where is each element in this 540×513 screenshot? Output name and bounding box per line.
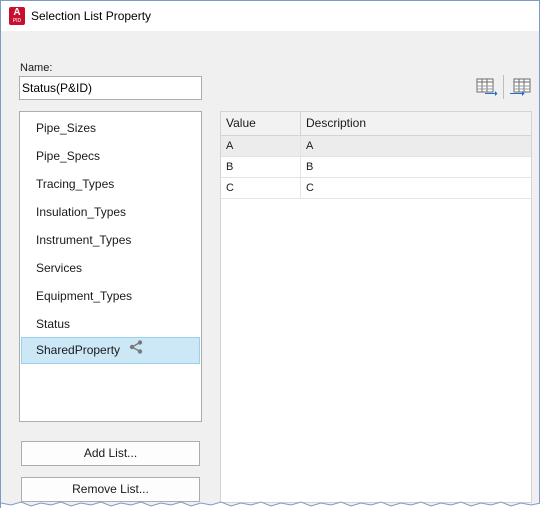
import-table-icon[interactable]	[476, 78, 498, 96]
name-input[interactable]	[19, 76, 202, 100]
list-item-services[interactable]: Services	[21, 255, 200, 282]
description-cell[interactable]: B	[301, 157, 531, 177]
add-list-button[interactable]: Add List...	[21, 441, 200, 466]
app-icon-letter: A	[13, 7, 21, 18]
list-item-label: Services	[36, 261, 83, 275]
toolbar-separator	[503, 75, 504, 99]
list-item-equipment-types[interactable]: Equipment_Types	[21, 283, 200, 310]
column-header-value[interactable]: Value	[221, 112, 301, 135]
list-item-tracing-types[interactable]: Tracing_Types	[21, 171, 200, 198]
list-item-label: Pipe_Sizes	[36, 121, 97, 135]
list-item-label: Insulation_Types	[36, 205, 127, 219]
app-icon: A PID	[9, 7, 25, 25]
table-row[interactable]: C C	[221, 178, 531, 199]
selection-lists-box[interactable]: Pipe_Sizes Pipe_Specs Tracing_Types Insu…	[19, 111, 202, 422]
list-item-pipe-sizes[interactable]: Pipe_Sizes	[21, 115, 200, 142]
column-header-description[interactable]: Description	[301, 112, 531, 135]
share-icon	[129, 338, 143, 363]
window-title: Selection List Property	[31, 9, 152, 23]
export-table-icon[interactable]	[509, 78, 531, 96]
list-item-pipe-specs[interactable]: Pipe_Specs	[21, 143, 200, 170]
app-icon-sub: PID	[12, 18, 22, 24]
list-item-label: Tracing_Types	[36, 177, 115, 191]
value-cell[interactable]: C	[221, 178, 301, 198]
grid-header: Value Description	[221, 112, 531, 136]
list-item-instrument-types[interactable]: Instrument_Types	[21, 227, 200, 254]
title-bar[interactable]: A PID Selection List Property	[1, 1, 539, 31]
values-grid[interactable]: Value Description A A B B C C	[220, 111, 532, 503]
description-cell[interactable]: A	[301, 136, 531, 156]
value-cell[interactable]: B	[221, 157, 301, 177]
list-item-label: Equipment_Types	[36, 289, 133, 303]
value-cell[interactable]: A	[221, 136, 301, 156]
list-item-label: Instrument_Types	[36, 233, 132, 247]
list-item-insulation-types[interactable]: Insulation_Types	[21, 199, 200, 226]
description-cell[interactable]: C	[301, 178, 531, 198]
list-item-status[interactable]: Status	[21, 311, 200, 338]
list-item-label: Status	[36, 317, 71, 331]
list-item-label: SharedProperty	[36, 343, 121, 357]
table-row[interactable]: B B	[221, 157, 531, 178]
selection-list-property-dialog: A PID Selection List Property Name: Stat…	[0, 0, 540, 510]
table-row[interactable]: A A	[221, 136, 531, 157]
name-label: Name:	[20, 62, 53, 74]
list-item-label: Pipe_Specs	[36, 149, 101, 163]
list-item-sharedproperty[interactable]: SharedProperty	[21, 337, 200, 364]
